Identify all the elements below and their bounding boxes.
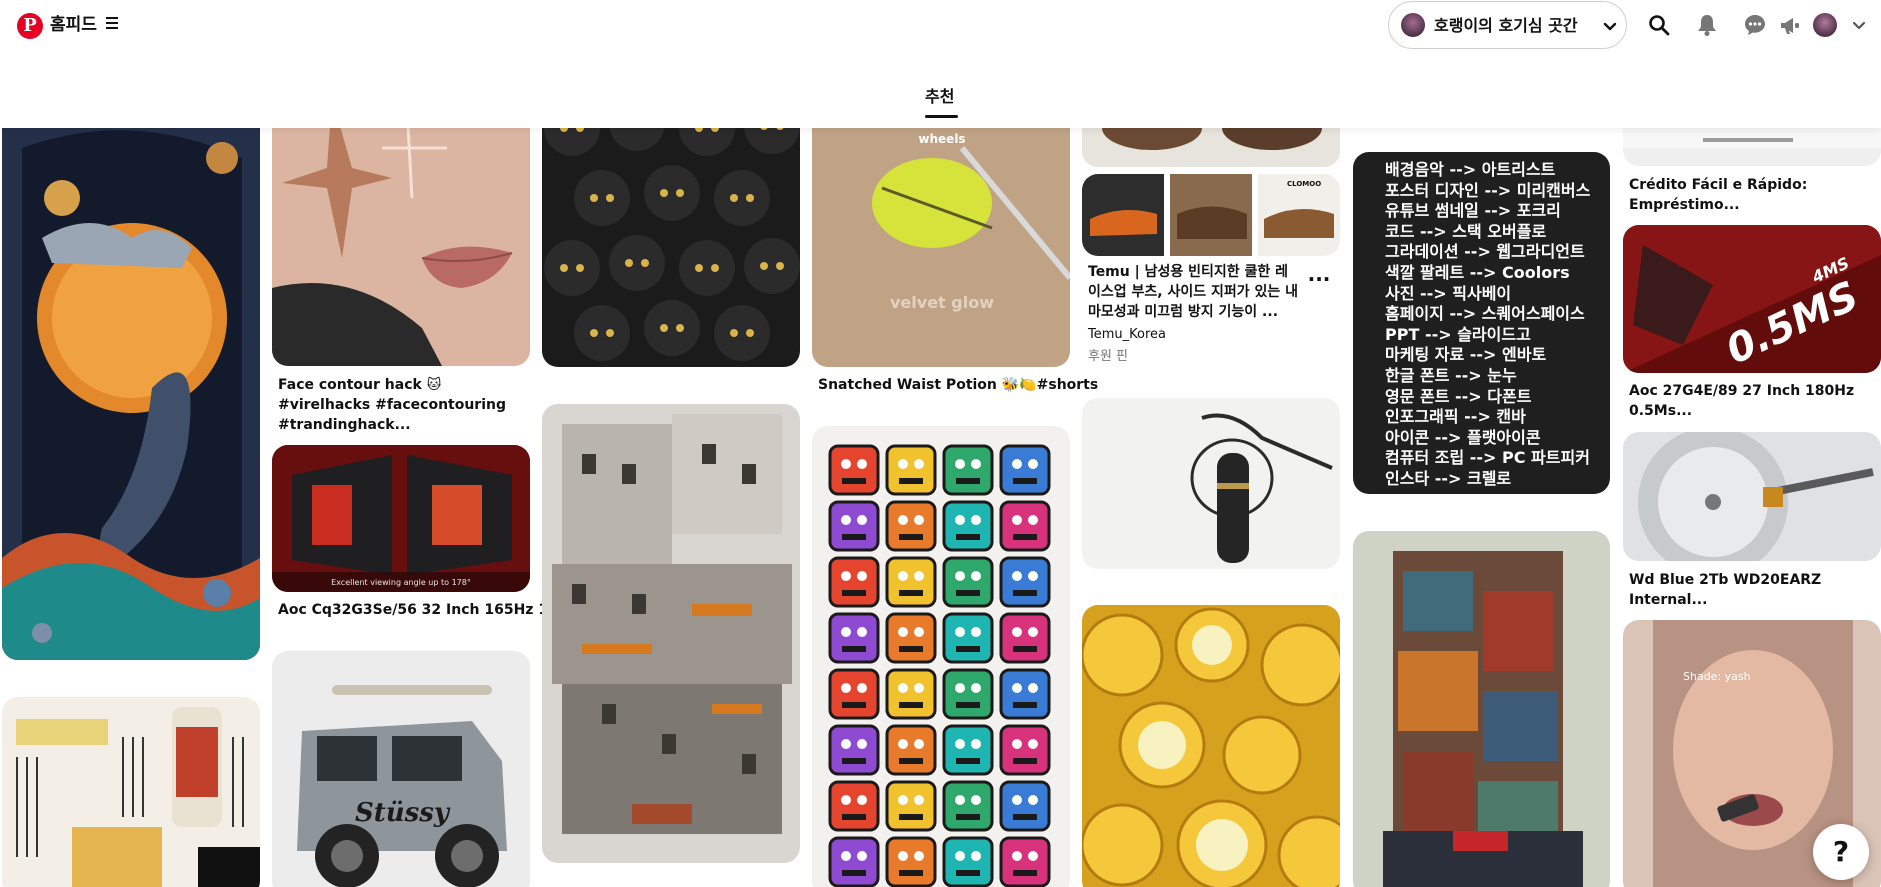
image-text: velvet glow [890,293,994,312]
pin-caption[interactable]: Snatched Waist Potion 🐝🍋#shorts [818,375,1098,395]
pin-monitor-aoc-32[interactable]: Excellent viewing angle up to 178° [272,445,530,592]
resource-list-line: 그라데이션 --> 웹그라디언트 [1385,242,1585,262]
image-text: Excellent viewing angle up to 178° [331,578,471,587]
menu-icon[interactable] [106,17,118,29]
resource-list-line: 영문 폰트 --> 다폰트 [1385,386,1532,406]
pin-stacked-tower[interactable] [542,404,800,863]
search-icon[interactable] [1647,13,1671,37]
pin-microphone[interactable] [1082,398,1340,569]
resource-list-line: 한글 폰트 --> 눈누 [1385,365,1517,385]
pin-temu-shoes[interactable]: CLOMOO [1082,174,1340,256]
resource-list-line: 아이콘 --> 플랫아이콘 [1385,427,1541,447]
resource-list-line: 배경음악 --> 아트리스트 [1385,160,1556,179]
pin-chinese-document[interactable] [2,697,260,887]
pin-face-contour[interactable] [272,88,530,366]
home-feed-label[interactable]: 홈피드 [50,13,97,37]
pin-resource-list[interactable]: 배경음악 --> 아트리스트 포스터 디자인 --> 미리캔버스 유튜브 썸네일 -… [1353,152,1610,494]
pin-caption[interactable]: Aoc 27G4E/89 27 Inch 180Hz 0.5Ms... [1629,381,1881,421]
resource-list-line: 코드 --> 스택 오버플로 [1385,221,1547,241]
chevron-down-icon [1603,22,1617,31]
help-button[interactable]: ? [1813,824,1869,880]
resource-list-line: 마케팅 자료 --> 엔바토 [1385,345,1547,365]
image-text: Shade: yash [1683,670,1751,683]
resource-list-line: 인스타 --> 크렐로 [1385,468,1512,488]
resource-list-line: 색깔 팔레트 --> Coolors [1385,262,1570,282]
pin-source[interactable]: Temu_Korea [1088,326,1166,344]
image-text: Stüssy [355,798,451,828]
tab-active-indicator [925,115,958,118]
pin-monitor-aoc-27[interactable]: 0.5MS 4MS [1623,225,1881,373]
image-text: wheels [918,132,965,146]
pin-caption[interactable]: Aoc Cq32G3Se/56 32 Inch 165Hz 1M... [278,600,578,620]
pin-colorful-tower[interactable] [1353,531,1610,887]
resource-list-line: 홈페이지 --> 스퀘어스페이스 [1385,304,1585,324]
resource-list-line: 유튜브 썸네일 --> 포크리 [1385,201,1561,221]
pin-whale-art[interactable] [2,88,260,660]
resource-list-line: 사진 --> 픽사베이 [1385,283,1512,303]
pin-caption[interactable]: Face contour hack 🐱#virelhacks #facecont… [278,375,518,435]
pin-lemons[interactable] [1082,605,1340,887]
pin-tribal-masks[interactable] [812,426,1070,887]
chevron-down-icon[interactable] [1851,17,1867,33]
pinterest-logo[interactable]: P [17,13,43,39]
messages-icon[interactable] [1743,13,1767,37]
board-selector-label: 호랭이의 호기심 곳간 [1434,16,1578,35]
megaphone-icon[interactable] [1778,13,1802,37]
pin-snatched-waist-potion[interactable]: wheels velvet glow [812,88,1070,367]
more-options-icon[interactable]: ··· [1307,269,1331,294]
resource-list-line: 포스터 디자인 --> 미리캔버스 [1385,180,1591,200]
pin-wd-hdd[interactable] [1623,432,1881,561]
pin-title[interactable]: Temu | 남성용 빈티지한 쿨한 레이스업 부츠, 사이드 지퍼가 있는 내… [1088,262,1298,322]
resource-list-line: 인포그래픽 --> 캔바 [1385,407,1526,427]
top-navigation: P 홈피드 호랭이의 호기심 곳간 [0,0,1881,50]
feed-tab-bar: 추천 [0,50,1881,128]
board-selector[interactable]: 호랭이의 호기심 곳간 [1388,1,1627,49]
svg-text:CLOMOO: CLOMOO [1287,180,1321,188]
promoted-label: 후원 핀 [1088,349,1129,364]
resource-list-line: PPT --> 슬라이드고 [1385,324,1531,344]
pin-stussy-car[interactable]: Stüssy [272,651,530,887]
tab-recommended[interactable]: 추천 [925,86,954,108]
pin-caption[interactable]: Crédito Fácil e Rápido: Empréstimo... [1629,175,1881,215]
resource-list-line: 컴퓨터 조립 --> PC 파트피커 [1385,448,1590,468]
pin-black-cats[interactable] [542,88,800,367]
profile-avatar[interactable] [1813,13,1837,37]
tiger-avatar-icon [1401,13,1425,37]
pin-caption[interactable]: Wd Blue 2Tb WD20EARZ Internal... [1629,570,1881,610]
bell-icon[interactable] [1695,13,1719,37]
